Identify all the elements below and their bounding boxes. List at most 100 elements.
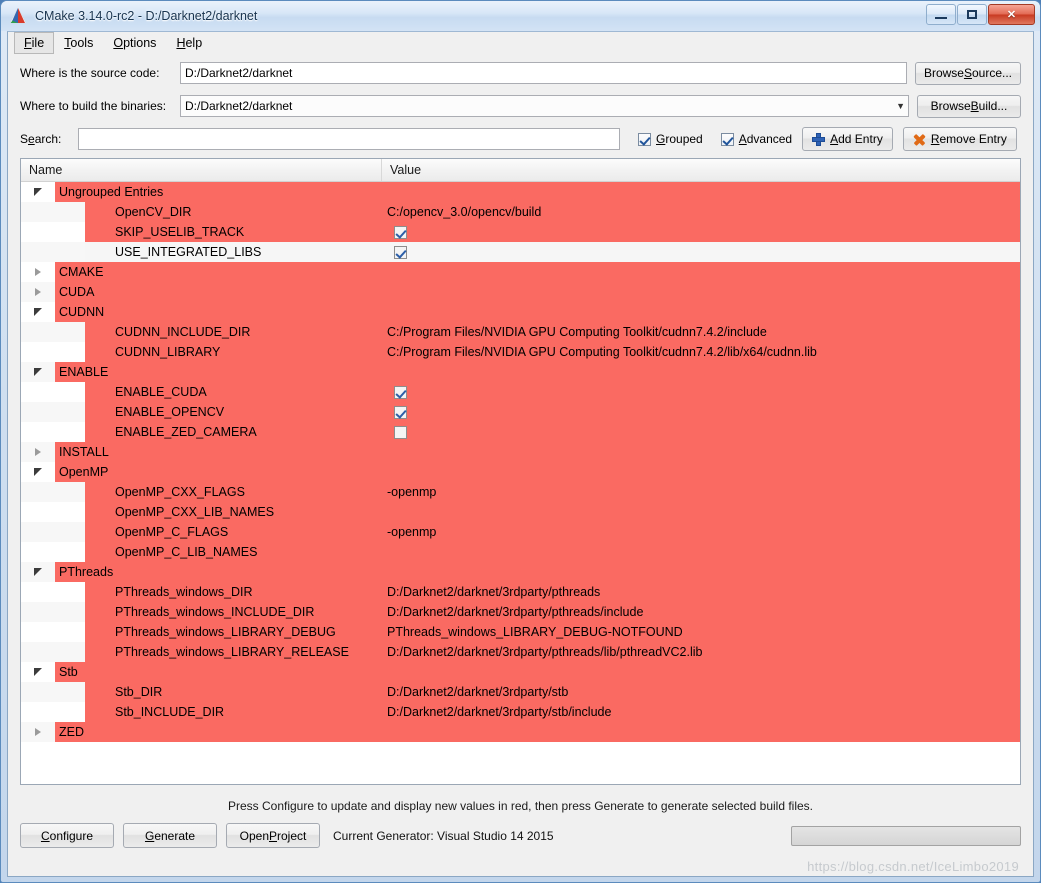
chevron-down-icon[interactable] [33,467,43,477]
table-row[interactable]: PThreads_windows_DIR D:/Darknet2/darknet/… [21,582,1020,602]
table-row[interactable]: Stb_INCLUDE_DIR D:/Darknet2/darknet/3rdpa… [21,702,1020,722]
tree-expander[interactable] [21,362,55,382]
entry-name[interactable]: ENABLE [55,362,382,382]
entry-name[interactable]: CUDNN [55,302,382,322]
entry-value[interactable] [382,382,1020,402]
table-row[interactable]: OpenMP [21,462,1020,482]
table-row[interactable]: CUDNN_INCLUDE_DIR C:/Program Files/NVIDIA… [21,322,1020,342]
entry-name[interactable]: CUDA [55,282,382,302]
table-row[interactable]: ENABLE_CUDA [21,382,1020,402]
minimize-button[interactable] [926,4,956,25]
entry-checkbox[interactable] [394,385,407,399]
table-row[interactable]: CUDNN [21,302,1020,322]
entry-name[interactable]: ENABLE_ZED_CAMERA [85,422,382,442]
entry-name[interactable]: OpenCV_DIR [85,202,382,222]
table-row[interactable]: OpenMP_C_FLAGS -openmp [21,522,1020,542]
table-row[interactable]: ZED [21,722,1020,742]
entry-value[interactable]: C:/Program Files/NVIDIA GPU Computing To… [382,342,1020,362]
table-row[interactable]: USE_INTEGRATED_LIBS [21,242,1020,262]
table-row[interactable]: PThreads [21,562,1020,582]
table-row[interactable]: ENABLE_OPENCV [21,402,1020,422]
entry-value[interactable] [382,302,1020,322]
entry-name[interactable]: OpenMP_C_FLAGS [85,522,382,542]
entry-name[interactable]: ZED [55,722,382,742]
table-row[interactable]: Stb_DIR D:/Darknet2/darknet/3rdparty/stb [21,682,1020,702]
entry-name[interactable]: PThreads_windows_DIR [85,582,382,602]
entry-value[interactable] [382,402,1020,422]
entry-name[interactable]: OpenMP_CXX_FLAGS [85,482,382,502]
table-row[interactable]: CMAKE [21,262,1020,282]
entry-value[interactable] [382,282,1020,302]
entry-value[interactable] [382,462,1020,482]
cache-tree-panel[interactable]: Name Value Ungrouped Entries OpenCV_DIR C:… [20,158,1021,785]
table-row[interactable]: PThreads_windows_LIBRARY_DEBUG PThreads_w… [21,622,1020,642]
entry-name[interactable]: PThreads_windows_LIBRARY_RELEASE [85,642,382,662]
table-row[interactable]: OpenMP_CXX_FLAGS -openmp [21,482,1020,502]
entry-name[interactable]: Ungrouped Entries [55,182,382,202]
grouped-checkbox-box[interactable] [638,132,651,146]
menu-options[interactable]: Options [103,32,166,54]
entry-value[interactable] [382,362,1020,382]
table-row[interactable]: SKIP_USELIB_TRACK [21,222,1020,242]
tree-expander[interactable] [21,182,55,202]
chevron-right-icon[interactable] [35,448,41,456]
entry-name[interactable]: Stb_INCLUDE_DIR [85,702,382,722]
browse-source-button[interactable]: Browse Source... [914,61,1021,85]
entry-value[interactable] [382,662,1020,682]
entry-name[interactable]: ENABLE_CUDA [85,382,382,402]
entry-name[interactable]: OpenMP [55,462,382,482]
table-row[interactable]: CUDA [21,282,1020,302]
entry-value[interactable] [382,722,1020,742]
entry-value[interactable]: PThreads_windows_LIBRARY_DEBUG-NOTFOUND [382,622,1020,642]
tree-expander[interactable] [21,462,55,482]
table-row[interactable]: OpenMP_C_LIB_NAMES [21,542,1020,562]
chevron-down-icon[interactable] [33,307,43,317]
entry-name[interactable]: OpenMP_CXX_LIB_NAMES [85,502,382,522]
entry-value[interactable] [382,182,1020,202]
table-row[interactable]: CUDNN_LIBRARY C:/Program Files/NVIDIA GPU… [21,342,1020,362]
table-row[interactable]: OpenMP_CXX_LIB_NAMES [21,502,1020,522]
chevron-down-icon[interactable] [33,367,43,377]
entry-name[interactable]: SKIP_USELIB_TRACK [85,222,382,242]
close-button[interactable]: ✕ [988,4,1035,25]
table-row[interactable]: INSTALL [21,442,1020,462]
entry-checkbox[interactable] [394,245,407,259]
entry-name[interactable]: OpenMP_C_LIB_NAMES [85,542,382,562]
tree-expander[interactable] [21,662,55,682]
entry-value[interactable] [382,442,1020,462]
entry-name[interactable]: CUDNN_INCLUDE_DIR [85,322,382,342]
chevron-down-icon[interactable]: ▼ [896,95,905,117]
entry-value[interactable]: D:/Darknet2/darknet/3rdparty/pthreads/li… [382,642,1020,662]
entry-value[interactable]: -openmp [382,482,1020,502]
entry-name[interactable]: USE_INTEGRATED_LIBS [85,242,382,262]
entry-value[interactable]: C:/Program Files/NVIDIA GPU Computing To… [382,322,1020,342]
entry-name[interactable]: PThreads [55,562,382,582]
maximize-button[interactable] [957,4,987,25]
column-header-name[interactable]: Name [21,159,382,181]
grouped-checkbox[interactable]: Grouped [638,132,703,146]
table-row[interactable]: Stb [21,662,1020,682]
source-input[interactable] [180,62,907,84]
build-combobox[interactable]: ▼ [180,95,909,117]
entry-value[interactable]: C:/opencv_3.0/opencv/build [382,202,1020,222]
generate-button[interactable]: Generate [123,823,217,848]
entry-value[interactable] [382,502,1020,522]
table-row[interactable]: Ungrouped Entries [21,182,1020,202]
entry-value[interactable] [382,422,1020,442]
chevron-right-icon[interactable] [35,288,41,296]
entry-value[interactable] [382,562,1020,582]
table-row[interactable]: ENABLE [21,362,1020,382]
entry-value[interactable]: D:/Darknet2/darknet/3rdparty/pthreads [382,582,1020,602]
entry-value[interactable] [382,542,1020,562]
build-input[interactable] [180,95,909,117]
entry-name[interactable]: Stb [55,662,382,682]
open-project-button[interactable]: Open Project [226,823,320,848]
entry-value[interactable] [382,222,1020,242]
table-row[interactable]: PThreads_windows_INCLUDE_DIR D:/Darknet2/… [21,602,1020,622]
table-row[interactable]: ENABLE_ZED_CAMERA [21,422,1020,442]
tree-expander[interactable] [21,282,55,302]
chevron-down-icon[interactable] [33,667,43,677]
entry-checkbox[interactable] [394,225,407,239]
tree-expander[interactable] [21,722,55,742]
entry-name[interactable]: CMAKE [55,262,382,282]
